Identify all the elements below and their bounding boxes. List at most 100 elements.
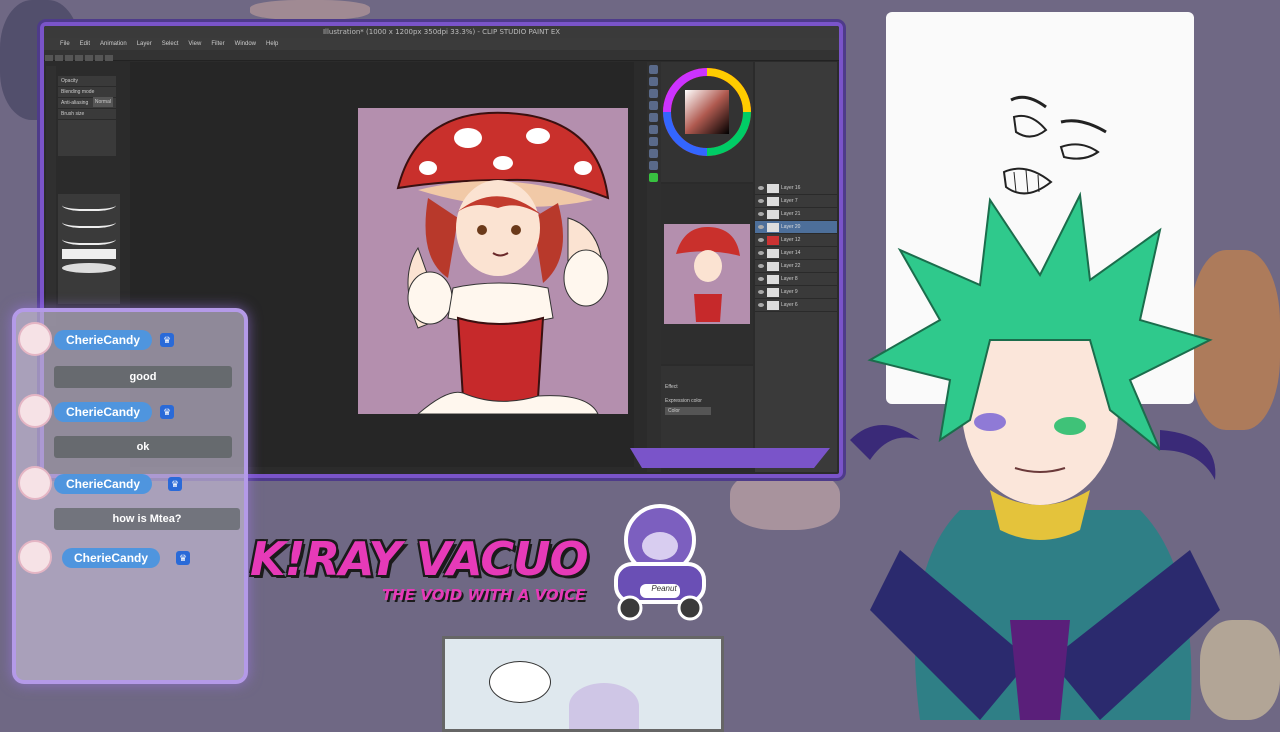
menu-window[interactable]: Window (235, 38, 256, 50)
layer-row[interactable]: Layer 21 (755, 208, 837, 221)
expression-color-label: Expression color (665, 398, 702, 404)
peanut-car-mascot (614, 504, 706, 621)
visibility-icon[interactable] (758, 277, 764, 281)
layer-thumbnail (767, 222, 779, 232)
chat-message: good (54, 366, 232, 388)
chat-avatar (18, 466, 52, 500)
eraser-icon[interactable] (649, 137, 658, 146)
brush-rectangle[interactable] (62, 249, 116, 259)
tool-prop-row[interactable]: Opacity (58, 76, 116, 87)
speech-bubble (489, 661, 551, 703)
clear-icon[interactable] (95, 55, 103, 61)
navigator-thumbnail (676, 226, 740, 322)
illustration-canvas[interactable] (358, 108, 628, 414)
layer-thumbnail (767, 196, 779, 206)
layer-thumbnail (767, 261, 779, 271)
visibility-icon[interactable] (758, 303, 764, 307)
comic-character (569, 683, 639, 729)
pen-icon[interactable] (649, 101, 658, 110)
chat-overlay: CherieCandy ♛ good CherieCandy ♛ ok Cher… (4, 300, 260, 684)
layer-thumbnail (767, 274, 779, 284)
layer-thumbnail (767, 287, 779, 297)
layer-row[interactable]: Layer 7 (755, 195, 837, 208)
save-icon[interactable] (65, 55, 73, 61)
layer-row[interactable]: Layer 14 (755, 247, 837, 260)
zoom-icon[interactable] (649, 65, 658, 74)
brush-polyline[interactable] (62, 231, 116, 245)
layer-thumbnail (767, 235, 779, 245)
color-swatch-icon[interactable] (649, 173, 658, 182)
green-haired-character (850, 191, 1220, 720)
pencil-icon[interactable] (649, 113, 658, 122)
layer-thumbnail (767, 183, 779, 193)
background-sticker (250, 0, 370, 20)
mascot-label: Peanut (651, 584, 677, 593)
background-sticker (730, 470, 840, 530)
visibility-icon[interactable] (758, 251, 764, 255)
blend-mode-select[interactable]: Normal (92, 97, 113, 107)
layer-row[interactable]: Layer 6 (755, 299, 837, 312)
menu-bar: File Edit Animation Layer Select View Fi… (44, 38, 839, 50)
layer-panel: Layer 16 Layer 7 Layer 21 Layer 20 Layer… (755, 62, 837, 472)
tool-palette (46, 66, 56, 326)
menu-layer[interactable]: Layer (137, 38, 152, 50)
layer-row[interactable]: Layer 20 (755, 221, 837, 234)
chat-avatar (18, 322, 52, 356)
hand-icon[interactable] (649, 77, 658, 86)
visibility-icon[interactable] (758, 199, 764, 203)
frame-corner-decoration (630, 448, 830, 468)
menu-select[interactable]: Select (162, 38, 179, 50)
mushroom-girl-illustration (396, 111, 610, 414)
visibility-icon[interactable] (758, 186, 764, 190)
undo-icon[interactable] (75, 55, 83, 61)
menu-help[interactable]: Help (266, 38, 278, 50)
layer-thumbnail (767, 248, 779, 258)
new-icon[interactable] (45, 55, 53, 61)
visibility-icon[interactable] (758, 264, 764, 268)
crown-icon: ♛ (176, 551, 190, 565)
layer-row[interactable]: Layer 12 (755, 234, 837, 247)
layer-row[interactable]: Layer 22 (755, 260, 837, 273)
navigator-panel (661, 184, 753, 364)
chat-username: CherieCandy (54, 402, 153, 422)
visibility-icon[interactable] (758, 290, 764, 294)
command-bar (44, 50, 839, 61)
eyedropper-icon[interactable] (649, 89, 658, 98)
crown-icon: ♛ (160, 333, 174, 347)
tool-property-panel: Opacity Blending mode Normal Anti-aliasi… (58, 76, 116, 156)
mascot-sticker: Peanut (606, 500, 714, 626)
layer-row[interactable]: Layer 16 (755, 182, 837, 195)
open-icon[interactable] (55, 55, 63, 61)
navigator-preview[interactable] (664, 224, 750, 324)
app-title: Illustration* (1000 x 1200px 350dpi 33.3… (44, 26, 839, 38)
visibility-icon[interactable] (758, 225, 764, 229)
expression-color-select[interactable]: Color (665, 407, 711, 415)
color-wheel-panel (661, 62, 753, 182)
color-wheel[interactable] (661, 62, 753, 182)
layer-thumbnail (767, 300, 779, 310)
chat-message: ok (54, 436, 232, 458)
logo-subtitle: THE VOID WITH A VOICE (382, 586, 586, 604)
logo-title: K!RAY VACUO (250, 532, 589, 586)
menu-edit[interactable]: Edit (80, 38, 90, 50)
brush-straight-line[interactable] (62, 197, 116, 211)
brush-icon[interactable] (649, 125, 658, 134)
menu-file[interactable]: File (60, 38, 70, 50)
visibility-icon[interactable] (758, 238, 764, 242)
tool-prop-row[interactable]: Blending mode Normal (58, 87, 116, 107)
redo-icon[interactable] (85, 55, 93, 61)
chat-username: CherieCandy (62, 548, 161, 568)
tool-prop-row[interactable]: Brush size (58, 109, 116, 120)
menu-animation[interactable]: Animation (100, 38, 127, 50)
layer-row[interactable]: Layer 8 (755, 273, 837, 286)
text-icon[interactable] (649, 161, 658, 170)
visibility-icon[interactable] (758, 212, 764, 216)
chat-message: how is Mtea? (54, 508, 240, 530)
brush-curve[interactable] (62, 214, 116, 228)
layer-row[interactable]: Layer 9 (755, 286, 837, 299)
brush-ellipse[interactable] (62, 263, 116, 273)
menu-view[interactable]: View (188, 38, 201, 50)
fill-icon[interactable] (649, 149, 658, 158)
menu-filter[interactable]: Filter (211, 38, 224, 50)
transform-icon[interactable] (105, 55, 113, 61)
